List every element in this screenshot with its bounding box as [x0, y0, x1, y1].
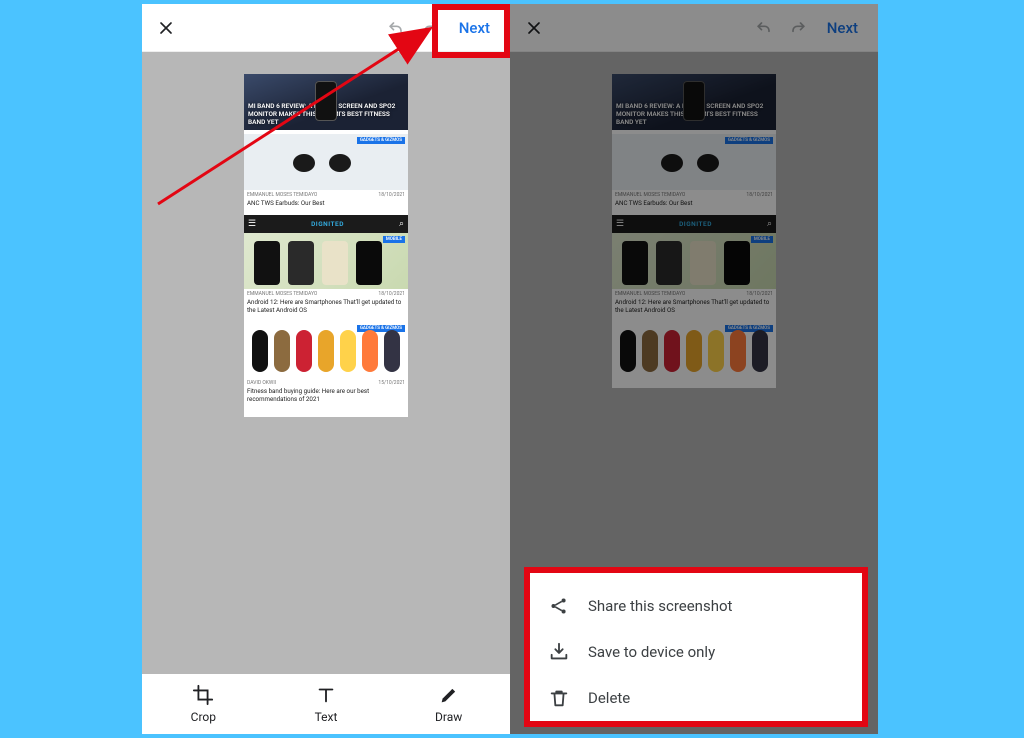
save-icon	[548, 641, 570, 663]
phone-left: Next MI BAND 6 REVIEW: A BIGGER SCREEN A…	[142, 4, 510, 734]
search-icon: ⌕	[399, 219, 404, 229]
category-badge: MOBILE	[383, 236, 405, 243]
article-image: GADGETS & GIZMOS	[244, 134, 408, 190]
article-title: ANC TWS Earbuds: Our Best	[244, 198, 408, 211]
text-label: Text	[315, 710, 338, 724]
article-author: EMMANUEL MOSES TEMIDAYO	[247, 291, 317, 297]
article-card: GADGETS & GIZMOS EMMANUEL MOSES TEMIDAYO…	[244, 134, 408, 211]
trash-icon	[548, 687, 570, 709]
close-icon[interactable]	[518, 12, 550, 44]
article-image: MI BAND 6 REVIEW: A BIGGER SCREEN AND SP…	[244, 74, 408, 130]
article-card: MI BAND 6 REVIEW: A BIGGER SCREEN AND SP…	[244, 74, 408, 130]
share-option[interactable]: Share this screenshot	[530, 583, 862, 629]
action-sheet: Share this screenshot Save to device onl…	[524, 567, 868, 727]
text-button[interactable]: Text	[265, 674, 388, 734]
article-image: GADGETS & GIZMOS	[244, 322, 408, 378]
article-author: EMMANUEL MOSES TEMIDAYO	[247, 192, 317, 198]
draw-label: Draw	[435, 710, 462, 724]
article-card: MOBILE EMMANUEL MOSES TEMIDAYO 18/10/2021…	[244, 233, 408, 318]
close-icon[interactable]	[150, 12, 182, 44]
article-title: Fitness band buying guide: Here are our …	[244, 386, 408, 407]
topbar: Next	[510, 4, 878, 52]
share-label: Share this screenshot	[588, 597, 732, 615]
redo-icon[interactable]	[781, 12, 815, 44]
delete-option[interactable]: Delete	[530, 675, 862, 721]
draw-button[interactable]: Draw	[387, 674, 510, 734]
menu-icon: ☰	[248, 219, 256, 229]
delete-label: Delete	[588, 689, 630, 707]
article-author: DAVID OKWII	[247, 380, 276, 386]
save-label: Save to device only	[588, 643, 715, 661]
crop-button[interactable]: Crop	[142, 674, 265, 734]
article-image: MOBILE	[244, 233, 408, 289]
screenshot-preview: MI BAND 6 REVIEW: A BIGGER SCREEN AND SP…	[244, 74, 408, 417]
article-date: 18/10/2021	[378, 192, 405, 198]
undo-icon[interactable]	[379, 12, 413, 44]
annotation-highlight-next	[432, 4, 510, 58]
article-date: 15/10/2021	[378, 380, 405, 386]
site-header: ☰ DIGNITED ⌕	[244, 215, 408, 233]
crop-label: Crop	[191, 710, 216, 724]
screenshot-preview: MI BAND 6 REVIEW: A BIGGER SCREEN AND SP…	[612, 74, 776, 388]
share-icon	[548, 595, 570, 617]
bottom-toolbar: Crop Text Draw	[142, 674, 510, 734]
next-button[interactable]: Next	[815, 19, 870, 37]
site-logo: DIGNITED	[311, 220, 344, 228]
article-date: 18/10/2021	[378, 291, 405, 297]
category-badge: GADGETS & GIZMOS	[357, 137, 405, 144]
undo-icon[interactable]	[747, 12, 781, 44]
save-option[interactable]: Save to device only	[530, 629, 862, 675]
article-headline: MI BAND 6 REVIEW: A BIGGER SCREEN AND SP…	[248, 102, 404, 126]
article-title: Android 12: Here are Smartphones That'll…	[244, 297, 408, 318]
article-card: GADGETS & GIZMOS DAVID OKWII 15/10/2021 F…	[244, 322, 408, 407]
